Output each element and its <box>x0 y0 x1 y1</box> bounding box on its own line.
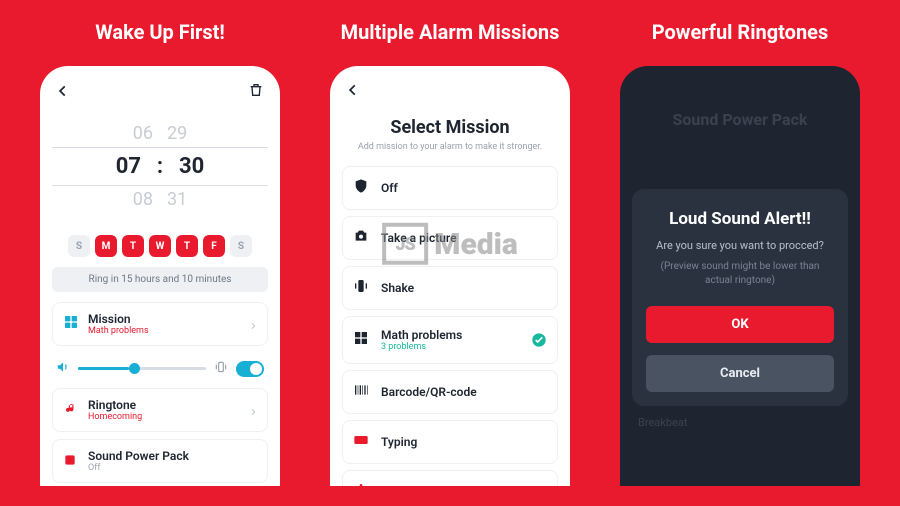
mission-header: Select Mission Add mission to your alarm… <box>342 111 558 166</box>
math-icon <box>353 330 371 350</box>
phone-header <box>342 80 558 111</box>
slider-thumb[interactable] <box>129 363 140 374</box>
loud-sound-dialog: Loud Sound Alert!! Are you sure you want… <box>632 189 848 406</box>
time-row-next: 08 31 <box>52 186 268 213</box>
ring-countdown: Ring in 15 hours and 10 minutes <box>52 267 268 292</box>
day-wed[interactable]: W <box>149 235 171 257</box>
card-body: Ringtone Homecoming <box>88 398 240 422</box>
volume-row <box>52 353 268 388</box>
mission-item-barcode[interactable]: Barcode/QR-code <box>342 370 558 414</box>
time-picker[interactable]: 06 29 07 : 30 08 31 <box>52 112 268 221</box>
vibrate-toggle[interactable] <box>236 361 264 377</box>
sound-pack-icon <box>63 452 79 471</box>
day-thu[interactable]: T <box>176 235 198 257</box>
mission-sub: Math problems <box>88 326 240 336</box>
walking-icon <box>353 482 371 486</box>
mission-item-off[interactable]: Off <box>342 166 558 210</box>
barcode-icon <box>353 382 371 402</box>
dim-background-item: Breakbeat <box>632 406 848 439</box>
chevron-right-icon <box>249 315 257 334</box>
mission-item-picture[interactable]: Take a picture <box>342 216 558 260</box>
sound-power-pack-card[interactable]: Sound Power Pack Off <box>52 439 268 483</box>
dialog-note: (Preview sound might be lower than actua… <box>646 260 834 288</box>
time-row-prev: 06 29 <box>52 120 268 147</box>
mission-item-shake[interactable]: Shake <box>342 266 558 310</box>
mission-screen-subtitle: Add mission to your alarm to make it str… <box>342 142 558 152</box>
mission-item-label: Typing <box>381 435 547 449</box>
shake-icon <box>353 278 371 298</box>
ok-button[interactable]: OK <box>646 306 834 343</box>
day-fri[interactable]: F <box>203 235 225 257</box>
back-icon[interactable] <box>346 82 360 101</box>
minute-prev: 29 <box>167 123 187 144</box>
trash-icon[interactable] <box>248 82 264 102</box>
dialog-question: Are you sure you want to procced? <box>646 239 834 252</box>
column-missions: Multiple Alarm Missions Select Mission A… <box>310 20 590 506</box>
camera-icon <box>353 228 371 248</box>
mission-item-math[interactable]: Math problems 3 problems <box>342 316 558 364</box>
hour-prev: 06 <box>133 123 153 144</box>
music-note-icon <box>63 401 79 420</box>
card-body: Mission Math problems <box>88 312 240 336</box>
mission-icon <box>63 314 79 334</box>
day-sat[interactable]: S <box>230 235 252 257</box>
day-tue[interactable]: T <box>122 235 144 257</box>
day-selector: S M T W T F S <box>52 235 268 257</box>
mission-list: Off Take a picture Shake Math problems 3… <box>342 166 558 486</box>
phone-select-mission: Select Mission Add mission to your alarm… <box>330 66 570 486</box>
vibrate-icon <box>214 359 228 378</box>
day-mon[interactable]: M <box>95 235 117 257</box>
check-icon <box>531 332 547 348</box>
mission-item-label: Math problems <box>381 328 521 342</box>
column-title: Multiple Alarm Missions <box>341 20 560 44</box>
slider-fill <box>78 367 129 370</box>
mission-item-label: Off <box>381 181 547 195</box>
keyboard-icon <box>353 432 371 452</box>
chevron-right-icon <box>249 401 257 420</box>
mission-item-label: Shake <box>381 281 547 295</box>
mission-item-label: Barcode/QR-code <box>381 385 547 399</box>
back-icon[interactable] <box>56 83 70 102</box>
column-ringtones: Powerful Ringtones Sound Power Pack Loud… <box>600 20 880 506</box>
day-sun[interactable]: S <box>68 235 90 257</box>
mission-label: Mission <box>88 312 240 326</box>
mission-item-label: Walking <box>381 485 547 486</box>
column-title: Powerful Ringtones <box>652 20 829 44</box>
time-row-selected: 07 : 30 <box>52 147 268 186</box>
column-wake-up: Wake Up First! 06 29 07 : 30 08 31 <box>20 20 300 506</box>
hour-next: 08 <box>133 189 153 210</box>
speaker-icon <box>56 359 70 378</box>
soundpack-label: Sound Power Pack <box>88 449 257 463</box>
hour-selected: 07 <box>116 154 141 179</box>
dim-background-title: Sound Power Pack <box>632 80 848 139</box>
mission-item-walking[interactable]: Walking <box>342 470 558 486</box>
minute-selected: 30 <box>179 154 204 179</box>
cancel-button[interactable]: Cancel <box>646 355 834 392</box>
shield-off-icon <box>353 178 371 198</box>
column-title: Wake Up First! <box>95 20 225 44</box>
phone-alarm-editor: 06 29 07 : 30 08 31 S M T W T F S Ring i… <box>40 66 280 486</box>
card-body: Sound Power Pack Off <box>88 449 257 473</box>
mission-card[interactable]: Mission Math problems <box>52 302 268 346</box>
volume-slider[interactable] <box>78 367 206 370</box>
ringtone-label: Ringtone <box>88 398 240 412</box>
mission-item-typing[interactable]: Typing <box>342 420 558 464</box>
minute-next: 31 <box>167 189 187 210</box>
mission-item-sub: 3 problems <box>381 342 521 352</box>
soundpack-sub: Off <box>88 463 257 473</box>
ringtone-sub: Homecoming <box>88 412 240 422</box>
mission-screen-title: Select Mission <box>342 117 558 138</box>
ringtone-card[interactable]: Ringtone Homecoming <box>52 388 268 432</box>
mission-item-label: Take a picture <box>381 231 547 245</box>
time-colon: : <box>155 154 165 179</box>
phone-sound-alert: Sound Power Pack Loud Sound Alert!! Are … <box>620 66 860 486</box>
phone-header <box>52 80 268 112</box>
dialog-title: Loud Sound Alert!! <box>646 209 834 229</box>
